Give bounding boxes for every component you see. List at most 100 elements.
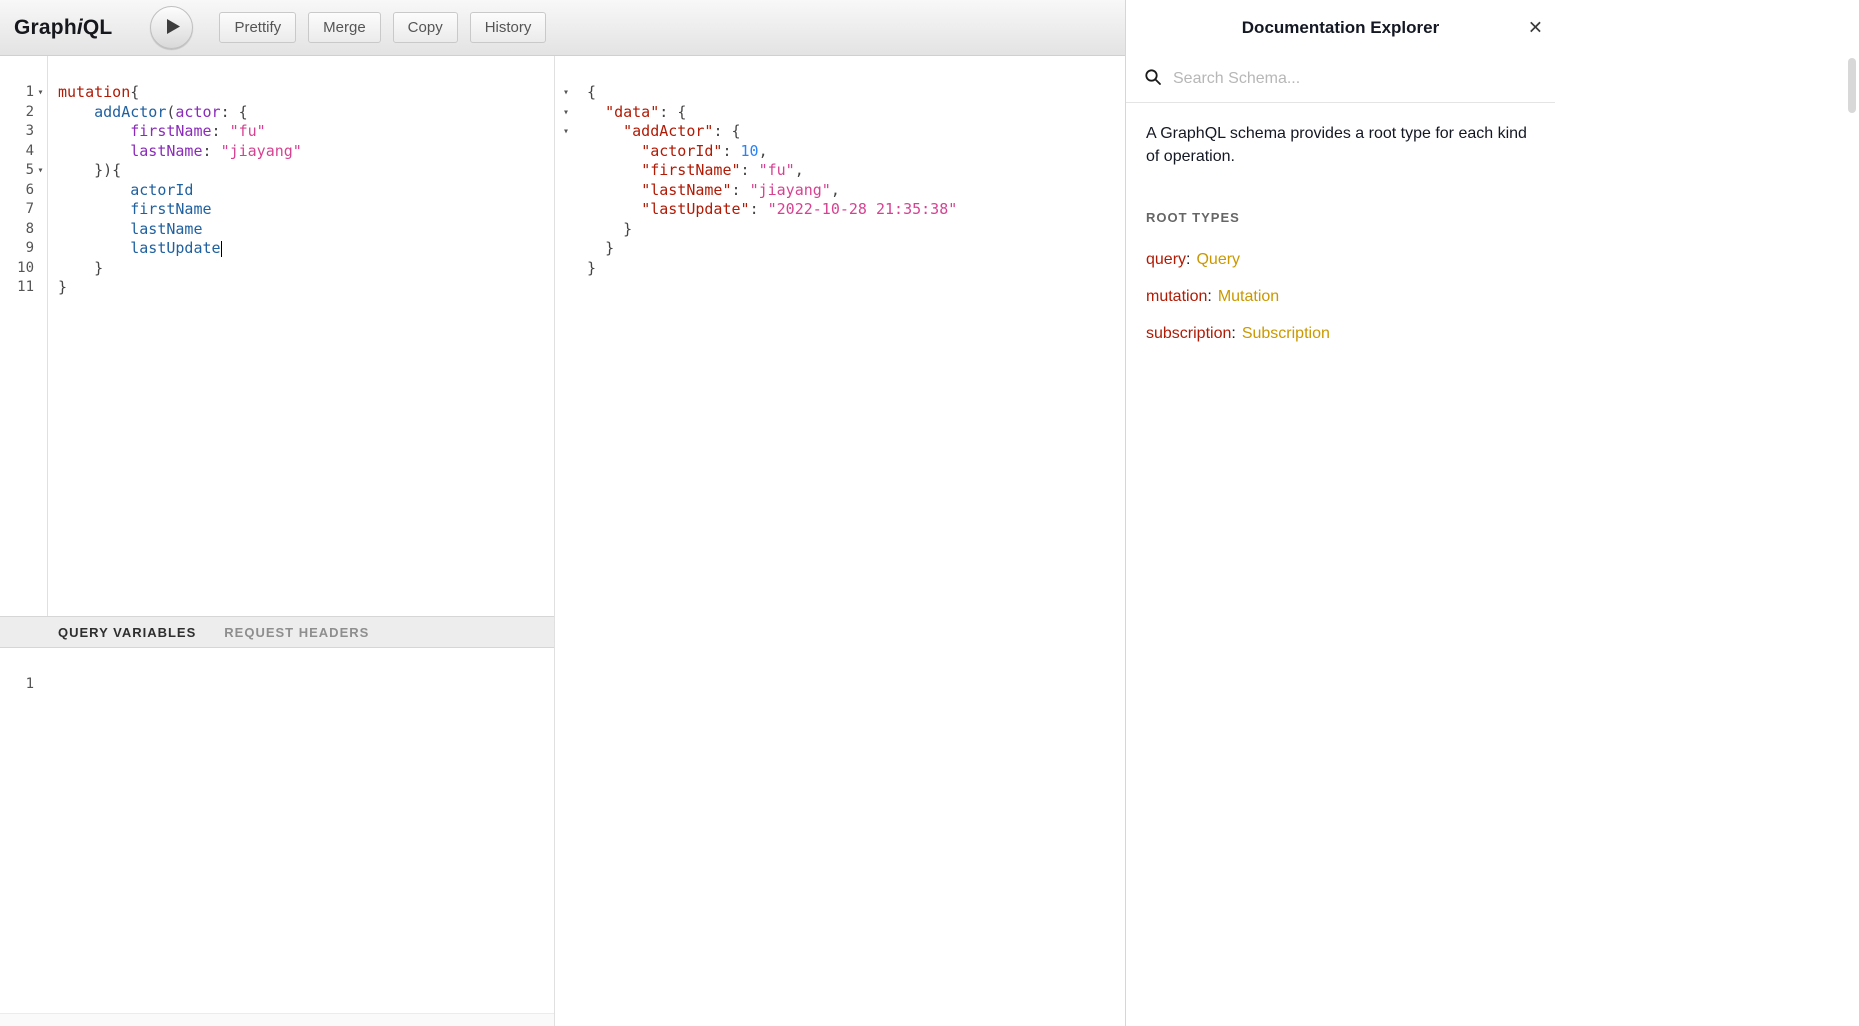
code-line[interactable]: "actorId": 10, — [587, 142, 1125, 162]
token-pln — [58, 181, 130, 199]
gutter-line: 11 — [0, 278, 47, 298]
code-line[interactable]: "data": { — [587, 103, 1125, 123]
line-number: 2 — [0, 103, 34, 123]
response-code[interactable]: { "data": { "addActor": { "actorId": 10,… — [577, 56, 1125, 1026]
gutter-line — [555, 142, 577, 162]
code-line[interactable] — [58, 675, 554, 695]
code-line[interactable]: "addActor": { — [587, 122, 1125, 142]
query-editor[interactable]: 1▾2345▾67891011 mutation{ addActor(actor… — [0, 56, 554, 616]
token-key: "lastName" — [641, 181, 731, 199]
token-pun: : — [212, 122, 221, 140]
toolbar: GraphiQL Prettify Merge Copy History — [0, 0, 1125, 56]
code-line[interactable]: } — [587, 239, 1125, 259]
code-line[interactable]: }){ — [58, 161, 554, 181]
fold-toggle-icon[interactable]: ▾ — [34, 161, 47, 181]
code-line[interactable]: lastName — [58, 220, 554, 240]
token-pln — [58, 122, 130, 140]
token-prop: lastUpdate — [130, 239, 220, 257]
token-pun: : — [732, 181, 741, 199]
code-line[interactable]: "lastUpdate": "2022-10-28 21:35:38" — [587, 200, 1125, 220]
token-attr: actor — [175, 103, 220, 121]
code-line[interactable]: } — [587, 259, 1125, 279]
gutter-line: 1 — [0, 675, 48, 695]
code-line[interactable]: } — [58, 278, 554, 298]
code-line[interactable]: } — [58, 259, 554, 279]
token-key: "lastUpdate" — [641, 200, 749, 218]
line-number: 1 — [0, 675, 48, 695]
root-type-keyword: query — [1146, 251, 1186, 268]
fold-toggle-icon[interactable]: ▾ — [563, 83, 569, 103]
type-link-query[interactable]: Query — [1196, 251, 1240, 268]
type-link-mutation[interactable]: Mutation — [1218, 288, 1279, 305]
vertical-scrollbar-thumb[interactable] — [1848, 58, 1856, 113]
token-pun: , — [831, 181, 840, 199]
code-line[interactable]: lastName: "jiayang" — [58, 142, 554, 162]
code-line[interactable]: addActor(actor: { — [58, 103, 554, 123]
schema-search-input[interactable] — [1173, 70, 1537, 88]
separator: : — [1207, 288, 1211, 305]
schema-intro-text: A GraphQL schema provides a root type fo… — [1146, 122, 1535, 168]
fold-toggle-icon[interactable]: ▾ — [34, 83, 47, 103]
gutter-line: 5▾ — [0, 161, 47, 181]
graphiql-app: GraphiQL Prettify Merge Copy History 1▾2… — [0, 0, 1859, 1026]
gutter-line: 6 — [0, 181, 47, 201]
variables-editor-gutter: 1 — [0, 648, 48, 1013]
line-number: 5 — [0, 161, 34, 181]
tab-request-headers[interactable]: REQUEST HEADERS — [224, 625, 369, 640]
token-pln — [587, 142, 641, 160]
code-line[interactable]: firstName — [58, 200, 554, 220]
code-line[interactable]: firstName: "fu" — [58, 122, 554, 142]
variables-section: QUERY VARIABLES REQUEST HEADERS 1 — [0, 616, 554, 1026]
query-editor-code[interactable]: mutation{ addActor(actor: { firstName: "… — [48, 56, 554, 616]
separator: : — [1231, 325, 1235, 342]
root-type-keyword: subscription — [1146, 325, 1231, 342]
token-num: 10 — [741, 142, 759, 160]
token-pun: , — [759, 142, 768, 160]
line-number: 6 — [0, 181, 34, 201]
code-line[interactable]: } — [587, 220, 1125, 240]
tab-query-variables[interactable]: QUERY VARIABLES — [58, 625, 196, 640]
page-filler — [1555, 0, 1859, 1026]
gutter-line: 3 — [0, 122, 47, 142]
token-attr: firstName — [130, 122, 211, 140]
code-line[interactable]: "lastName": "jiayang", — [587, 181, 1125, 201]
token-key: "firstName" — [641, 161, 740, 179]
variables-editor-code[interactable] — [48, 648, 554, 1013]
token-pun: }){ — [94, 161, 121, 179]
code-line[interactable]: actorId — [58, 181, 554, 201]
copy-button[interactable]: Copy — [393, 12, 458, 43]
close-icon[interactable]: ✕ — [1528, 18, 1543, 39]
token-pln — [587, 220, 623, 238]
type-link-subscription[interactable]: Subscription — [1242, 325, 1330, 342]
token-pun: } — [94, 259, 103, 277]
gutter-line: ▾ — [555, 103, 577, 123]
fold-toggle-icon[interactable]: ▾ — [563, 122, 569, 142]
code-line[interactable]: mutation{ — [58, 83, 554, 103]
root-type-keyword: mutation — [1146, 288, 1207, 305]
token-pun: { — [677, 103, 686, 121]
gutter-line: 8 — [0, 220, 47, 240]
line-number: 1 — [0, 83, 34, 103]
execute-query-button[interactable] — [150, 6, 193, 49]
token-pun: : — [750, 200, 759, 218]
code-line[interactable]: lastUpdate — [58, 239, 554, 259]
prettify-button[interactable]: Prettify — [219, 12, 296, 43]
text-cursor — [221, 241, 223, 257]
merge-button[interactable]: Merge — [308, 12, 381, 43]
workspace: 1▾2345▾67891011 mutation{ addActor(actor… — [0, 56, 1125, 1026]
token-key: "data" — [605, 103, 659, 121]
variables-editor[interactable]: 1 — [0, 648, 554, 1013]
code-line[interactable]: { — [587, 83, 1125, 103]
response-pane[interactable]: ▾▾▾ { "data": { "addActor": { "actorId":… — [555, 56, 1125, 1026]
fold-toggle-icon[interactable]: ▾ — [563, 103, 569, 123]
history-button[interactable]: History — [470, 12, 547, 43]
gutter-line: ▾ — [555, 122, 577, 142]
gutter-line: ▾ — [555, 83, 577, 103]
token-str: "jiayang" — [221, 142, 302, 160]
line-number: 7 — [0, 200, 34, 220]
code-line[interactable]: "firstName": "fu", — [587, 161, 1125, 181]
variables-horizontal-scrollbar[interactable] — [0, 1013, 554, 1026]
gutter-line: 4 — [0, 142, 47, 162]
token-pln — [750, 161, 759, 179]
token-attr: lastName — [130, 142, 202, 160]
